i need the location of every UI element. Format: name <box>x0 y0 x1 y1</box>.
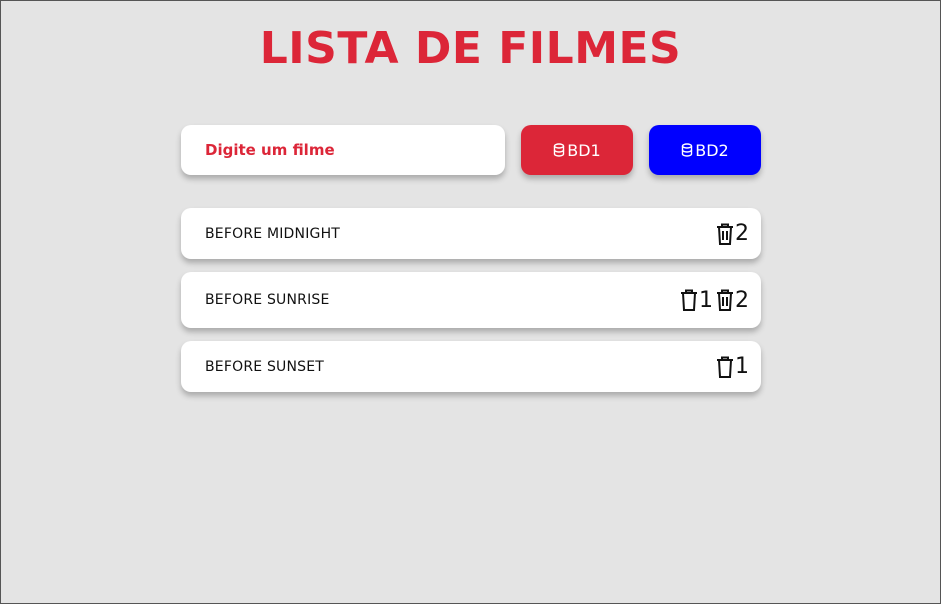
bd2-button[interactable]: BD2 <box>649 125 761 175</box>
delete-bd2-label: 2 <box>735 221 749 246</box>
trash-outline-icon <box>715 355 735 379</box>
item-actions: 2 <box>715 221 749 246</box>
trash-outline-icon <box>679 288 699 312</box>
bd1-button[interactable]: BD1 <box>521 125 633 175</box>
trash-filled-icon <box>715 222 735 246</box>
list-item: BEFORE SUNSET 1 <box>181 341 761 392</box>
delete-bd1-button[interactable]: 1 <box>715 354 749 379</box>
delete-bd1-label: 1 <box>735 354 749 379</box>
delete-bd1-button[interactable]: 1 <box>679 288 713 313</box>
item-actions: 1 2 <box>679 288 749 313</box>
bd1-button-label: BD1 <box>567 140 601 160</box>
bd2-button-label: BD2 <box>695 140 729 160</box>
database-icon <box>553 143 565 157</box>
page-title: LISTA DE FILMES <box>259 23 682 74</box>
movie-name: BEFORE SUNSET <box>205 358 325 375</box>
movie-input-container <box>181 125 505 175</box>
item-actions: 1 <box>715 354 749 379</box>
database-icon <box>681 143 693 157</box>
movie-name: BEFORE SUNRISE <box>205 292 330 308</box>
list-item: BEFORE SUNRISE 1 2 <box>181 272 761 328</box>
delete-bd2-button[interactable]: 2 <box>715 288 749 313</box>
delete-bd2-button[interactable]: 2 <box>715 221 749 246</box>
delete-bd2-label: 2 <box>735 287 749 313</box>
movie-name: BEFORE MIDNIGHT <box>205 225 341 242</box>
delete-bd1-label: 1 <box>699 287 713 313</box>
list-item: BEFORE MIDNIGHT 2 <box>181 208 761 259</box>
movie-input[interactable] <box>181 125 505 175</box>
trash-filled-icon <box>715 288 735 312</box>
